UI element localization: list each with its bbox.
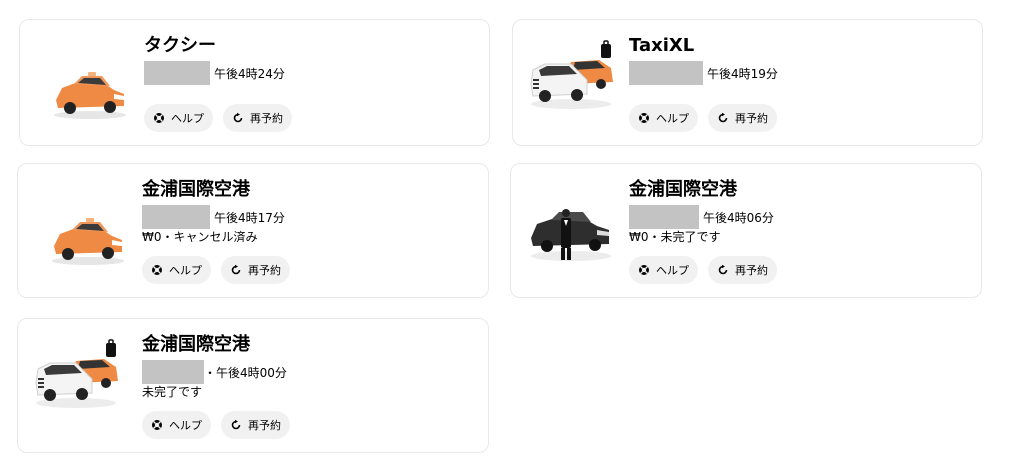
help-label: ヘルプ bbox=[171, 112, 204, 125]
trip-card[interactable]: 金浦国際空港 午後4時17分 ₩0・キャンセル済み ヘルプ 再予約 bbox=[17, 163, 489, 298]
taxi-xl-icon bbox=[30, 339, 122, 415]
black-car-with-chauffeur-icon bbox=[525, 194, 617, 270]
help-icon bbox=[152, 265, 162, 275]
trip-status: 未完了です bbox=[142, 385, 203, 399]
redacted-text bbox=[144, 61, 210, 85]
help-button[interactable]: ヘルプ bbox=[142, 256, 211, 284]
trip-time: ・午後4時00分 bbox=[204, 365, 287, 380]
help-button[interactable]: ヘルプ bbox=[144, 104, 213, 132]
help-label: ヘルプ bbox=[656, 264, 689, 277]
trip-title: 金浦国際空港 bbox=[142, 334, 250, 355]
taxi-xl-icon bbox=[525, 40, 617, 116]
trip-status: ₩0・未完了です bbox=[629, 230, 721, 244]
trip-title: 金浦国際空港 bbox=[629, 179, 737, 200]
trip-time: 午後4時17分 bbox=[214, 210, 285, 225]
rebook-button[interactable]: 再予約 bbox=[223, 104, 292, 132]
trip-time: 午後4時06分 bbox=[703, 210, 774, 225]
rebook-icon bbox=[718, 264, 728, 275]
trip-status: ₩0・キャンセル済み bbox=[142, 230, 258, 244]
trip-time: 午後4時24分 bbox=[214, 66, 285, 81]
help-button[interactable]: ヘルプ bbox=[629, 104, 698, 132]
help-button[interactable]: ヘルプ bbox=[629, 256, 698, 284]
help-icon bbox=[639, 265, 649, 275]
redacted-text bbox=[142, 360, 204, 384]
trip-card[interactable]: 金浦国際空港 午後4時06分 ₩0・未完了です ヘルプ 再予約 bbox=[510, 163, 982, 298]
help-icon bbox=[154, 113, 164, 123]
orange-taxi-icon bbox=[46, 206, 128, 272]
orange-taxi-icon bbox=[48, 60, 130, 126]
rebook-label: 再予約 bbox=[735, 264, 768, 277]
help-label: ヘルプ bbox=[656, 112, 689, 125]
rebook-icon bbox=[231, 419, 241, 430]
rebook-icon bbox=[231, 264, 241, 275]
rebook-label: 再予約 bbox=[248, 419, 281, 432]
redacted-text bbox=[142, 205, 210, 229]
trip-card[interactable]: タクシー 午後4時24分 ヘルプ 再予約 bbox=[19, 19, 490, 146]
rebook-icon bbox=[233, 112, 243, 123]
help-icon bbox=[152, 420, 162, 430]
trip-card[interactable]: 金浦国際空港 ・午後4時00分 未完了です ヘルプ 再予約 bbox=[17, 318, 489, 453]
trip-time: 午後4時19分 bbox=[707, 66, 778, 81]
rebook-button[interactable]: 再予約 bbox=[708, 104, 777, 132]
rebook-icon bbox=[718, 112, 728, 123]
trip-title: タクシー bbox=[144, 35, 216, 56]
rebook-label: 再予約 bbox=[248, 264, 281, 277]
rebook-button[interactable]: 再予約 bbox=[221, 256, 290, 284]
rebook-button[interactable]: 再予約 bbox=[221, 411, 290, 439]
rebook-label: 再予約 bbox=[250, 112, 283, 125]
trip-title: 金浦国際空港 bbox=[142, 179, 250, 200]
rebook-button[interactable]: 再予約 bbox=[708, 256, 777, 284]
trip-title: TaxiXL bbox=[629, 35, 695, 56]
help-button[interactable]: ヘルプ bbox=[142, 411, 211, 439]
redacted-text bbox=[629, 61, 703, 85]
help-label: ヘルプ bbox=[169, 264, 202, 277]
help-icon bbox=[639, 113, 649, 123]
rebook-label: 再予約 bbox=[735, 112, 768, 125]
redacted-text bbox=[629, 205, 699, 229]
help-label: ヘルプ bbox=[169, 419, 202, 432]
trip-card[interactable]: TaxiXL 午後4時19分 ヘルプ 再予約 bbox=[512, 19, 983, 146]
